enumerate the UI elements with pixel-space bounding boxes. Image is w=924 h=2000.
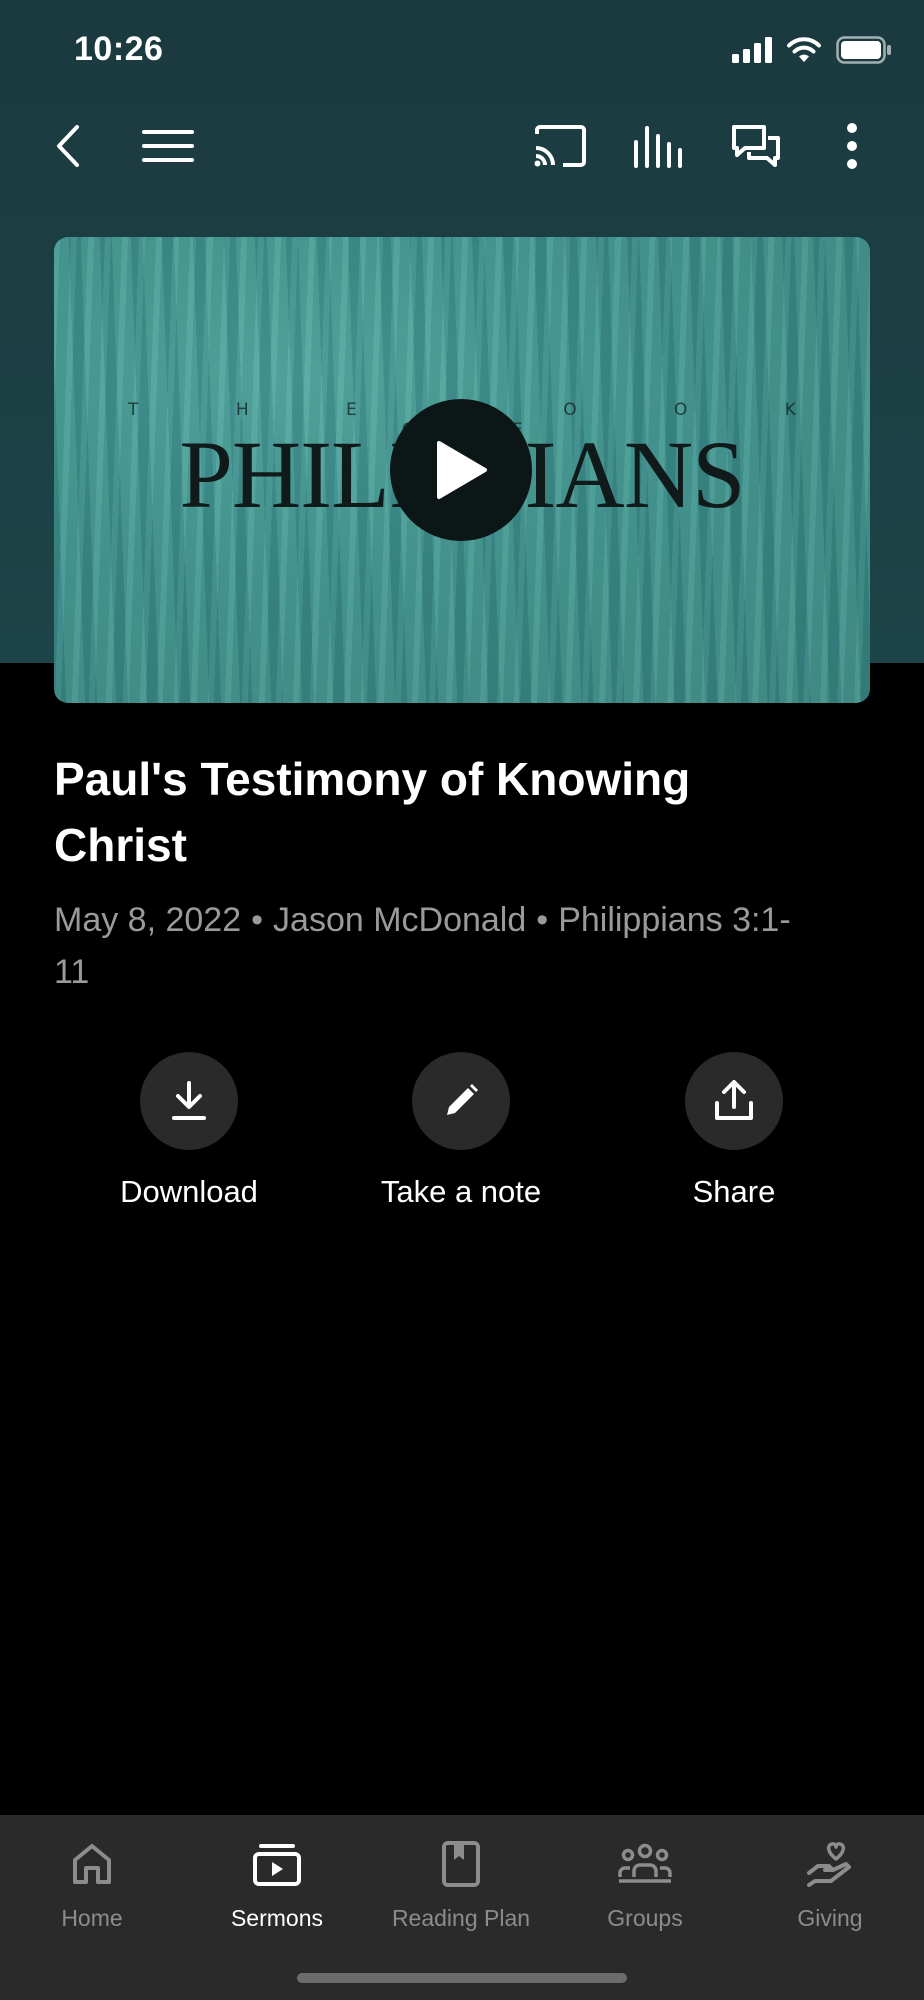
sermon-artwork[interactable]: T H E B O O K O F PHILIPPIANS [54, 237, 870, 703]
tab-groups[interactable]: Groups [553, 1833, 737, 1932]
cast-icon[interactable] [530, 116, 590, 176]
take-note-button[interactable]: Take a note [341, 1052, 581, 1210]
more-vertical-icon[interactable] [830, 116, 874, 176]
audio-bars-icon[interactable] [628, 116, 688, 176]
status-time: 10:26 [74, 30, 164, 68]
tab-reading-plan-label: Reading Plan [391, 1905, 531, 1931]
sermon-meta: May 8, 2022 • Jason McDonald • Philippians 3… [54, 894, 814, 998]
share-label: Share [692, 1174, 776, 1209]
tab-sermons-label: Sermons [230, 1905, 324, 1931]
signal-icon [732, 37, 772, 68]
groups-icon [616, 1833, 674, 1895]
pencil-icon [447, 1084, 478, 1115]
giving-icon [805, 1833, 855, 1895]
share-circle[interactable] [685, 1052, 783, 1150]
tab-giving[interactable]: Giving [738, 1833, 922, 1932]
meta-separator: • [536, 901, 549, 939]
status-bar: 10:26 [0, 0, 924, 100]
play-button[interactable] [390, 399, 532, 541]
download-circle[interactable] [140, 1052, 238, 1150]
home-icon [71, 1833, 113, 1895]
wifi-icon [786, 36, 822, 69]
share-icon [715, 1080, 753, 1120]
take-note-label: Take a note [380, 1174, 542, 1209]
download-label: Download [120, 1174, 258, 1209]
download-icon [172, 1081, 206, 1120]
tab-reading-plan[interactable]: Reading Plan [369, 1833, 553, 1932]
tab-home[interactable]: Home [0, 1833, 184, 1932]
tab-sermons[interactable]: Sermons [185, 1833, 369, 1932]
tab-giving-label: Giving [797, 1905, 863, 1931]
battery-icon [836, 36, 892, 69]
action-row: Download Take a note Share [0, 1052, 924, 1222]
sermon-date: May 8, 2022 [54, 901, 242, 939]
home-indicator [297, 1973, 627, 1983]
sermon-title: Paul's Testimony of Knowing Christ [54, 753, 691, 871]
download-button[interactable]: Download [69, 1052, 309, 1210]
take-note-circle[interactable] [412, 1052, 510, 1150]
meta-separator: • [251, 901, 264, 939]
top-navigation [0, 110, 924, 190]
play-icon [437, 441, 487, 499]
share-button[interactable]: Share [614, 1052, 854, 1210]
book-icon [441, 1833, 481, 1895]
sermon-speaker: Jason McDonald [273, 901, 527, 939]
chat-icon[interactable] [726, 116, 786, 176]
tab-groups-label: Groups [607, 1905, 683, 1931]
tab-home-label: Home [61, 1905, 123, 1931]
status-icons [732, 36, 892, 69]
menu-icon[interactable] [138, 116, 198, 176]
sermons-icon [252, 1833, 302, 1895]
back-chevron-icon[interactable] [46, 116, 90, 176]
